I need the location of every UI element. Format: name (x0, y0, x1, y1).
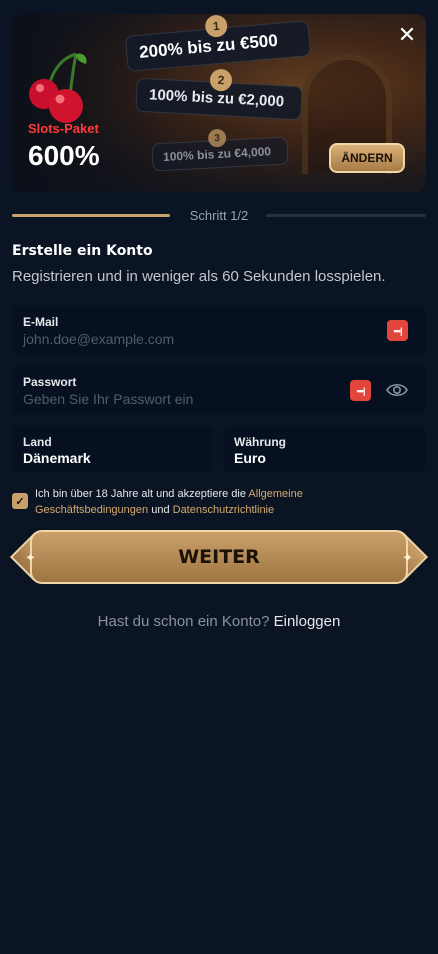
country-select[interactable]: Land Dänemark (12, 426, 213, 472)
privacy-link[interactable]: Datenschutzrichtlinie (173, 504, 275, 516)
change-package-button[interactable]: ÄNDERN (329, 143, 405, 173)
step-progress: Schritt 1/2 (12, 206, 426, 226)
tier-label: 100% bis zu €4,000 (162, 144, 272, 164)
close-icon[interactable]: ✕ (396, 24, 418, 46)
sparkle-icon: ✦ (25, 550, 36, 565)
password-input[interactable]: Geben Sie Ihr Passwort ein (23, 391, 193, 407)
package-value: 600% (28, 140, 100, 171)
show-password-icon[interactable] (386, 382, 408, 398)
continue-button-label[interactable]: WEITER (30, 530, 408, 584)
login-link[interactable]: Einloggen (274, 613, 341, 630)
tier-number-badge: 2 (209, 68, 233, 92)
password-label: Passwort (23, 375, 77, 389)
terms-checkbox[interactable]: ✓ (12, 493, 28, 509)
sparkle-icon: ✦ (402, 550, 413, 565)
progress-bar-inactive (266, 214, 426, 217)
currency-value: Euro (234, 450, 266, 466)
tier-number-badge: 3 (207, 128, 227, 148)
country-label: Land (23, 435, 52, 449)
login-prompt: Hast du schon ein Konto? Einloggen (0, 613, 438, 630)
form-title: Erstelle ein Konto (12, 243, 153, 259)
tier-label: 200% bis zu €500 (138, 30, 279, 62)
password-manager-icon[interactable]: •••| (387, 320, 408, 341)
email-label: E-Mail (23, 315, 59, 329)
form-subtitle: Registrieren und in weniger als 60 Sekun… (12, 268, 386, 285)
package-label: Slots-Paket (28, 121, 99, 136)
password-field[interactable]: Passwort Geben Sie Ihr Passwort ein •••| (12, 366, 426, 414)
terms-text: Ich bin über 18 Jahre alt und akzeptiere… (35, 488, 303, 516)
country-value: Dänemark (23, 450, 91, 466)
continue-button[interactable]: WEITER ✦ ✦ (9, 530, 429, 584)
email-field[interactable]: E-Mail john.doe@example.com •••| (12, 306, 426, 354)
password-manager-icon[interactable]: •••| (350, 380, 371, 401)
promo-banner: Slots-Paket 600% 1 200% bis zu €500 2 10… (12, 14, 426, 192)
currency-label: Währung (234, 435, 286, 449)
email-input[interactable]: john.doe@example.com (23, 331, 174, 347)
cherry-icon (29, 52, 87, 123)
login-question: Hast du schon ein Konto? (97, 613, 270, 630)
currency-select[interactable]: Währung Euro (223, 426, 426, 472)
